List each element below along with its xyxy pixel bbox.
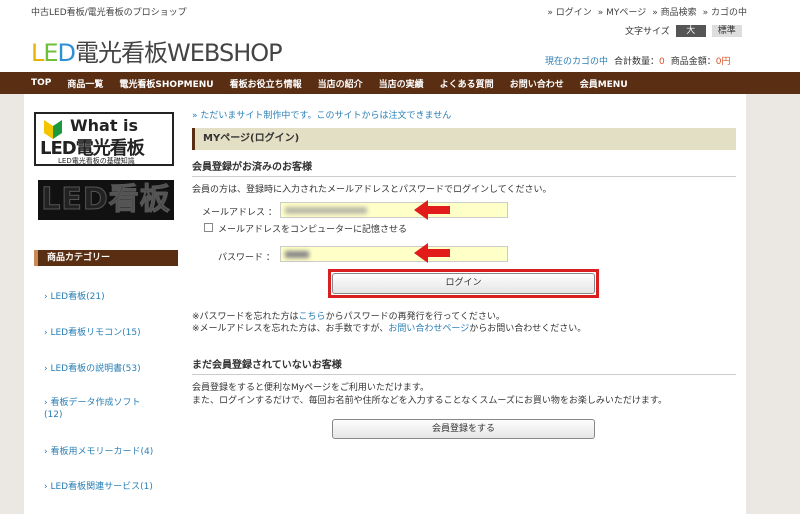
category-item-memory-card[interactable]: 看板用メモリーカード(4) (44, 446, 153, 458)
nav-top[interactable]: TOP (31, 78, 51, 88)
remember-email-checkbox[interactable] (204, 223, 213, 232)
main-container: What is LED電光看板 LED電光看板の基礎知識 LED看板 商品カテゴ… (24, 94, 746, 514)
email-value-blurred (285, 207, 367, 214)
password-field[interactable] (280, 246, 508, 262)
logo-letter-d: D (57, 39, 77, 67)
category-item-software[interactable]: 看板データ作成ソフト (12) (44, 397, 164, 421)
toplink-search[interactable]: » 商品検索 (652, 5, 696, 18)
what-is-led-banner[interactable]: What is LED電光看板 LED電光看板の基礎知識 (34, 112, 174, 166)
cart-summary: 現在のカゴの中 合計数量：0 商品金額：0円 (545, 54, 731, 67)
member-description: 会員の方は、登録時に入力されたメールアドレスとパスワードでログインしてください。 (192, 185, 552, 195)
site-notice[interactable]: » ただいまサイト制作中です。このサイトからは注文できません (192, 108, 451, 121)
logo-letter-e: E (43, 39, 58, 67)
nav-faq[interactable]: よくある質問 (440, 77, 494, 90)
category-title: 商品カテゴリー (34, 250, 178, 266)
category-item-manual[interactable]: LED看板の説明書(53) (44, 363, 140, 375)
top-links: » ログイン » MYページ » 商品検索 » カゴの中 (547, 5, 747, 18)
site-logo[interactable]: LED電光看板WEBSHOP (31, 33, 283, 68)
cart-link[interactable]: 現在のカゴの中 (545, 54, 608, 67)
logo-text: 電光看板WEBSHOP (75, 39, 283, 67)
led-kanban-banner[interactable]: LED看板 (38, 180, 174, 220)
banner-subtitle: LED電光看板の基礎知識 (58, 157, 135, 165)
font-large-button[interactable]: 大 (675, 24, 706, 37)
guest-description-1: 会員登録をすると便利なMyページをご利用いただけます。 (192, 383, 430, 393)
font-size-switcher: 文字サイズ 大 標準 (625, 24, 742, 37)
email-field[interactable] (280, 202, 508, 218)
member-heading: 会員登録がお済みのお客様 (192, 158, 736, 177)
password-value-masked (285, 251, 309, 258)
sidebar: What is LED電光看板 LED電光看板の基礎知識 LED看板 商品カテゴ… (24, 94, 182, 514)
red-arrow-email-icon (414, 200, 450, 220)
total-qty-label: 合計数量： (614, 57, 660, 67)
nav-shop-menu[interactable]: 電光看板SHOPMENU (119, 77, 213, 90)
font-size-label: 文字サイズ (625, 27, 670, 37)
nav-about[interactable]: 当店の紹介 (318, 77, 363, 90)
category-item-service[interactable]: LED看板関連サービス(1) (44, 481, 152, 493)
toplink-cart[interactable]: » カゴの中 (703, 5, 747, 18)
site-header: 中古LED看板/電光看板のプロショップ LED電光看板WEBSHOP » ログイ… (0, 0, 800, 72)
email-label: メールアドレス ： (202, 208, 277, 218)
toplink-mypage[interactable]: » MYページ (598, 5, 646, 18)
banner2-text: LED看板 (41, 182, 171, 218)
toplink-login[interactable]: » ログイン (547, 5, 591, 18)
total-price-label: 商品金額： (670, 57, 716, 67)
register-button[interactable]: 会員登録をする (332, 419, 595, 439)
nav-results[interactable]: 当店の実績 (379, 77, 424, 90)
total-price-value: 0円 (715, 57, 731, 67)
guest-description-2: また、ログインするだけで、毎回お名前や住所などを入力することなくスムーズにお買い… (192, 396, 668, 406)
forgot-mail-suffix: からお問い合わせください。 (469, 324, 587, 334)
password-label: パスワード ： (218, 253, 275, 263)
nav-info[interactable]: 看板お役立ち情報 (230, 77, 302, 90)
forgot-email-text: ※メールアドレスを忘れた方は、お手数ですが、お問い合わせページからお問い合わせく… (192, 321, 586, 334)
category-item-remote[interactable]: LED看板リモコン(15) (44, 327, 140, 339)
font-standard-button[interactable]: 標準 (711, 24, 742, 37)
category-item-led[interactable]: LED看板(21) (44, 291, 104, 303)
login-button[interactable]: ログイン (332, 273, 595, 294)
nav-contact[interactable]: お問い合わせ (510, 77, 564, 90)
red-arrow-password-icon (414, 243, 450, 263)
page-title: MYページ(ログイン) (192, 128, 736, 150)
banner-what-is: What is (70, 116, 139, 135)
nav-member-menu[interactable]: 会員MENU (580, 77, 628, 90)
guest-heading: まだ会員登録されていないお客様 (192, 356, 736, 375)
logo-letter-l: L (31, 39, 44, 67)
total-qty-value: 0 (659, 57, 665, 67)
nav-products[interactable]: 商品一覧 (67, 77, 103, 90)
global-nav: TOP 商品一覧 電光看板SHOPMENU 看板お役立ち情報 当店の紹介 当店の… (0, 72, 800, 94)
site-tagline: 中古LED看板/電光看板のプロショップ (31, 8, 187, 18)
contact-page-link[interactable]: お問い合わせページ (388, 324, 469, 334)
remember-email-label: メールアドレスをコンピューターに記憶させる (218, 225, 408, 235)
forgot-mail-prefix: ※メールアドレスを忘れた方は、お手数ですが、 (192, 324, 389, 334)
